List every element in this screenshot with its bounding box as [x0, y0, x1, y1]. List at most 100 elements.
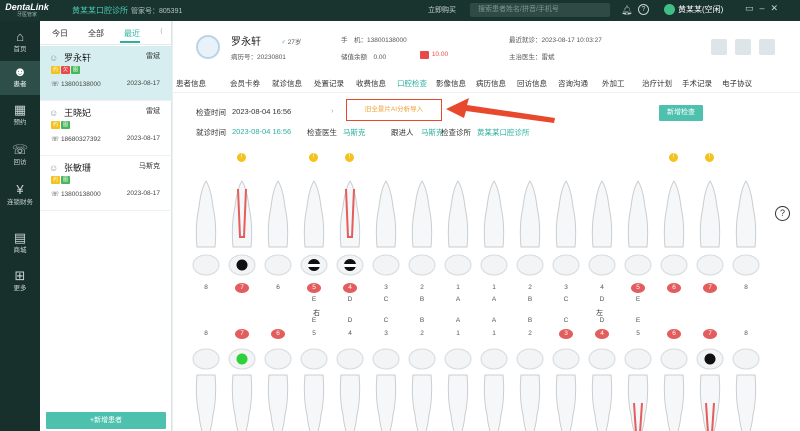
tab-0[interactable]: 患者信息 [176, 78, 206, 89]
tab-5[interactable]: 口腔检查 [397, 78, 427, 89]
tab-9[interactable]: 咨询沟通 [558, 78, 588, 89]
upper-tooth-occlusal[interactable] [551, 253, 581, 277]
chevron-down-icon[interactable]: › [331, 106, 334, 115]
tab-13[interactable]: 电子协议 [722, 78, 752, 89]
upper-tooth[interactable] [623, 177, 653, 249]
lower-tooth[interactable] [695, 373, 725, 431]
upper-tooth-occlusal[interactable] [695, 253, 725, 277]
upper-tooth[interactable] [515, 177, 545, 249]
lower-tooth-occlusal[interactable] [731, 347, 761, 371]
lower-tooth[interactable] [227, 373, 257, 431]
lower-tooth-occlusal[interactable] [191, 347, 221, 371]
lower-tooth-occlusal[interactable] [695, 347, 725, 371]
tab-2[interactable]: 就诊信息 [272, 78, 302, 89]
upper-tooth-occlusal[interactable] [515, 253, 545, 277]
lower-tooth-occlusal[interactable] [515, 347, 545, 371]
upper-tooth-occlusal[interactable] [335, 253, 365, 277]
nav-item-6[interactable]: ⊞ 更多 [0, 265, 40, 299]
print-icon[interactable] [735, 39, 751, 55]
upper-tooth-occlusal[interactable] [623, 253, 653, 277]
lower-tooth[interactable] [587, 373, 617, 431]
help-float-icon[interactable]: ? [775, 206, 790, 221]
tab-recent[interactable]: 最近 [124, 28, 140, 39]
lower-tooth-occlusal[interactable] [659, 347, 689, 371]
tab-10[interactable]: 外加工 [602, 78, 625, 89]
nav-item-2[interactable]: ▦ 预约 [0, 99, 40, 133]
upper-tooth-occlusal[interactable] [371, 253, 401, 277]
lower-tooth-occlusal[interactable] [371, 347, 401, 371]
lower-tooth-occlusal[interactable] [587, 347, 617, 371]
bell-icon[interactable]: 🔔︎ [621, 5, 632, 16]
lower-tooth[interactable] [443, 373, 473, 431]
lower-tooth-occlusal[interactable] [551, 347, 581, 371]
lower-tooth[interactable] [731, 373, 761, 431]
upper-tooth[interactable] [659, 177, 689, 249]
nav-item-3[interactable]: ☏ 回访 [0, 139, 40, 173]
lower-tooth[interactable] [263, 373, 293, 431]
tab-7[interactable]: 病历信息 [476, 78, 506, 89]
ai-import-button[interactable]: 旧全景片AI分析导入 [346, 99, 442, 121]
upper-tooth-occlusal[interactable] [191, 253, 221, 277]
upper-tooth-occlusal[interactable] [479, 253, 509, 277]
lower-tooth[interactable] [479, 373, 509, 431]
upper-tooth[interactable] [587, 177, 617, 249]
search-input[interactable]: 搜索患者姓名/拼音/手机号 [470, 3, 610, 17]
add-patient-button[interactable]: +新增患者 [46, 412, 166, 429]
new-check-button[interactable]: 新增检查 [659, 105, 703, 121]
tab-8[interactable]: 回访信息 [517, 78, 547, 89]
upper-tooth-occlusal[interactable] [299, 253, 329, 277]
tab-11[interactable]: 治疗计划 [642, 78, 672, 89]
upper-tooth-occlusal[interactable] [443, 253, 473, 277]
clinic-value[interactable]: 黄某某口腔诊所 [477, 127, 530, 138]
upper-tooth[interactable] [407, 177, 437, 249]
patient-list-item[interactable]: ☺ 张敏珊 马斯克约图 ☏ 13800138000 2023-08-17 [40, 156, 172, 211]
upper-tooth[interactable] [227, 177, 257, 249]
lower-tooth[interactable] [659, 373, 689, 431]
lower-tooth[interactable] [335, 373, 365, 431]
upper-tooth[interactable] [371, 177, 401, 249]
upper-tooth[interactable] [731, 177, 761, 249]
tab-12[interactable]: 手术记录 [682, 78, 712, 89]
lower-tooth-occlusal[interactable] [407, 347, 437, 371]
window-controls[interactable]: ▭–✕ [745, 3, 784, 14]
upper-tooth-occlusal[interactable] [731, 253, 761, 277]
collapse-icon[interactable]: ⟨ [160, 27, 163, 35]
nav-item-5[interactable]: ▤ 商城 [0, 227, 40, 261]
lower-tooth-occlusal[interactable] [479, 347, 509, 371]
lower-tooth[interactable] [371, 373, 401, 431]
tab-all[interactable]: 全部 [88, 28, 104, 39]
check-time-select[interactable]: 2023-08-04 16:56 [232, 107, 291, 116]
tab-6[interactable]: 影像信息 [436, 78, 466, 89]
upper-tooth-occlusal[interactable] [407, 253, 437, 277]
nav-item-1[interactable]: ☻ 患者 [0, 61, 40, 95]
lower-tooth-occlusal[interactable] [263, 347, 293, 371]
lower-tooth-occlusal[interactable] [623, 347, 653, 371]
patient-list-item[interactable]: ☺ 王晓妃 雷斌约图 ☏ 18680327392 2023-08-17 [40, 101, 172, 156]
nav-item-0[interactable]: ⌂ 首页 [0, 26, 40, 60]
lower-tooth-occlusal[interactable] [299, 347, 329, 371]
tab-1[interactable]: 会员卡券 [230, 78, 260, 89]
lower-tooth[interactable] [515, 373, 545, 431]
patient-avatar[interactable] [196, 35, 220, 59]
lower-tooth-occlusal[interactable] [443, 347, 473, 371]
upper-tooth[interactable] [479, 177, 509, 249]
visit-time[interactable]: 2023-08-04 16:56 [232, 127, 291, 136]
qr-code-icon[interactable] [711, 39, 727, 55]
upper-tooth-occlusal[interactable] [263, 253, 293, 277]
clinic-name[interactable]: 黄某某口腔诊所 [72, 5, 128, 16]
lower-tooth[interactable] [407, 373, 437, 431]
patient-list-item[interactable]: ☺ 罗永轩 雷斌约欠图 ☏ 13800138000 2023-08-17 [40, 46, 172, 101]
help-icon[interactable]: ? [638, 4, 649, 15]
lower-tooth[interactable] [191, 373, 221, 431]
lower-tooth[interactable] [623, 373, 653, 431]
upper-tooth[interactable] [695, 177, 725, 249]
upper-tooth-occlusal[interactable] [587, 253, 617, 277]
upper-tooth[interactable] [299, 177, 329, 249]
nav-item-4[interactable]: ¥ 连锁财务 [0, 179, 40, 213]
doctor-value[interactable]: 马斯克 [343, 127, 366, 138]
user-menu[interactable]: 黄某某(空闲) [664, 3, 723, 17]
lower-tooth-occlusal[interactable] [227, 347, 257, 371]
more-icon[interactable] [759, 39, 775, 55]
upper-tooth[interactable] [443, 177, 473, 249]
tab-3[interactable]: 处置记录 [314, 78, 344, 89]
